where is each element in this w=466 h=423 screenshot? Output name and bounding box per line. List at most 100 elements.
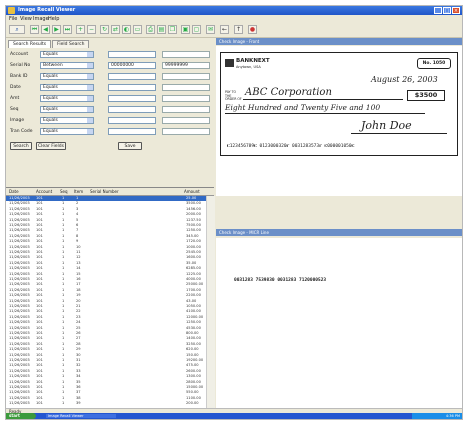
operator-select[interactable]: Between	[40, 62, 94, 69]
table-row[interactable]: 11/26/2003 101 1 13 35.00	[6, 261, 206, 266]
menu-view[interactable]: View	[20, 16, 32, 22]
arrow-up-icon[interactable]: ↑	[234, 25, 243, 34]
menu-image[interactable]: Image	[33, 16, 49, 22]
save-icon[interactable]: ▤	[157, 25, 166, 34]
operator-select[interactable]: Equals	[40, 117, 94, 124]
col-account[interactable]: Account	[36, 189, 52, 194]
front-icon[interactable]: ▣	[181, 25, 190, 34]
table-row[interactable]: 11/26/2003 101 1 28 3250.00	[6, 342, 206, 347]
print-icon[interactable]: ⎙	[146, 25, 155, 34]
chevron-down-icon[interactable]	[87, 85, 93, 90]
table-row[interactable]: 11/26/2003 101 1 6 7500.00	[6, 223, 206, 228]
table-row[interactable]: 11/26/2003 101 1 30 150.00	[6, 353, 206, 358]
tab-field-search[interactable]: Field Search	[52, 40, 90, 48]
table-row[interactable]: 11/26/2003 101 1 38 1100.00	[6, 396, 206, 401]
value-input[interactable]	[108, 84, 156, 91]
table-row[interactable]: 11/26/2003 101 1 32 475.00	[6, 363, 206, 368]
operator-select[interactable]: Equals	[40, 84, 94, 91]
mail-icon[interactable]: ✉	[206, 25, 215, 34]
invert-icon[interactable]: ◐	[122, 25, 131, 34]
search-button[interactable]: Search	[10, 142, 32, 150]
table-row[interactable]: 11/26/2003 101 1 27 1400.00	[6, 336, 206, 341]
table-row[interactable]: 11/26/2003 101 1 11 2545.00	[6, 250, 206, 255]
table-row[interactable]: 11/26/2003 101 1 22 4100.00	[6, 309, 206, 314]
value-input[interactable]: 00000000	[108, 62, 156, 69]
table-row[interactable]: 11/26/2003 101 1 31 19200.00	[6, 358, 206, 363]
menu-help[interactable]: Help	[48, 16, 59, 22]
value-input-2[interactable]: 99999999	[162, 62, 210, 69]
col-date[interactable]: Date	[9, 189, 19, 194]
value-input-2[interactable]	[162, 106, 210, 113]
chevron-down-icon[interactable]	[87, 96, 93, 101]
taskbar-app-item[interactable]: Image Recall Viewer	[46, 414, 116, 418]
chevron-down-icon[interactable]	[87, 63, 93, 68]
value-input-2[interactable]	[162, 117, 210, 124]
close-icon[interactable]: ×	[452, 7, 460, 14]
table-row[interactable]: 11/26/2003 101 1 7 1250.00	[6, 228, 206, 233]
operator-select[interactable]: Equals	[40, 73, 94, 80]
value-input[interactable]	[108, 128, 156, 135]
table-row[interactable]: 11/26/2003 101 1 23 12000.00	[6, 315, 206, 320]
value-input-2[interactable]	[162, 95, 210, 102]
minimize-icon[interactable]: _	[434, 7, 442, 14]
value-input-2[interactable]	[162, 51, 210, 58]
table-row[interactable]: 11/26/2003 101 1 26 800.00	[6, 331, 206, 336]
micr-text-view[interactable]: 0031283 7539830 0031283 7120000523	[216, 238, 462, 408]
chevron-down-icon[interactable]	[87, 129, 93, 134]
value-input-2[interactable]	[162, 128, 210, 135]
chevron-down-icon[interactable]	[87, 107, 93, 112]
value-input[interactable]	[108, 73, 156, 80]
table-row[interactable]: 11/26/2003 101 1 2 3500.00	[6, 201, 206, 206]
table-row[interactable]: 11/26/2003 101 1 10 1000.00	[6, 245, 206, 250]
operator-select[interactable]: Equals	[40, 95, 94, 102]
tab-search-results[interactable]: Search Results	[8, 40, 52, 48]
table-row[interactable]: 11/26/2003 101 1 25 4530.00	[6, 326, 206, 331]
rotate-icon[interactable]: ↻	[100, 25, 109, 34]
save-button[interactable]: Save	[118, 142, 142, 150]
table-row[interactable]: 11/26/2003 101 1 29 620.00	[6, 347, 206, 352]
value-input[interactable]	[108, 51, 156, 58]
col-seq[interactable]: Seq	[60, 189, 68, 194]
value-input[interactable]	[108, 106, 156, 113]
table-row[interactable]: 11/26/2003 101 1 3 1456.00	[6, 207, 206, 212]
chevron-down-icon[interactable]	[87, 118, 93, 123]
search-icon[interactable]: ⌕	[9, 25, 25, 34]
crop-icon[interactable]: ▭	[133, 25, 142, 34]
check-image-view[interactable]: BANKNEXT Anytown, USA No. 1050 August 26…	[216, 46, 462, 196]
table-row[interactable]: 11/26/2003 101 1 37 550.00	[6, 390, 206, 395]
table-row[interactable]: 11/26/2003 101 1 16 4000.00	[6, 277, 206, 282]
zoom-in-icon[interactable]: +	[76, 25, 85, 34]
table-row[interactable]: 11/26/2003 101 1 18 1700.00	[6, 288, 206, 293]
prev-icon[interactable]: ◀	[41, 25, 50, 34]
table-row[interactable]: 11/26/2003 101 1 17 25000.00	[6, 282, 206, 287]
value-input-2[interactable]	[162, 84, 210, 91]
start-button[interactable]: start	[6, 413, 36, 419]
table-row[interactable]: 11/26/2003 101 1 1 25.00	[6, 196, 206, 201]
first-icon[interactable]: ⏮	[30, 25, 39, 34]
menu-file[interactable]: File	[9, 16, 17, 22]
col-serial[interactable]: Serial Number	[90, 189, 119, 194]
table-row[interactable]: 11/26/2003 101 1 20 43.00	[6, 299, 206, 304]
last-icon[interactable]: ⏭	[63, 25, 72, 34]
maximize-icon[interactable]: □	[443, 7, 451, 14]
table-row[interactable]: 11/26/2003 101 1 24 1250.00	[6, 320, 206, 325]
flip-icon[interactable]: ⇄	[111, 25, 120, 34]
next-icon[interactable]: ▶	[52, 25, 61, 34]
record-icon[interactable]: ●	[248, 25, 257, 34]
operator-select[interactable]: Equals	[40, 106, 94, 113]
clear-fields-button[interactable]: Clear Fields	[36, 142, 66, 150]
table-row[interactable]: 11/26/2003 101 1 39 200.00	[6, 401, 206, 406]
table-row[interactable]: 11/26/2003 101 1 8 345.00	[6, 234, 206, 239]
zoom-out-icon[interactable]: −	[87, 25, 96, 34]
value-input-2[interactable]	[162, 73, 210, 80]
table-row[interactable]: 11/26/2003 101 1 36 15000.00	[6, 385, 206, 390]
back-icon[interactable]: ▢	[192, 25, 201, 34]
table-row[interactable]: 11/26/2003 101 1 5 1237.50	[6, 218, 206, 223]
operator-select[interactable]: Equals	[40, 128, 94, 135]
col-item[interactable]: Item	[74, 189, 83, 194]
table-row[interactable]: 11/26/2003 101 1 35 2800.00	[6, 380, 206, 385]
chevron-down-icon[interactable]	[87, 74, 93, 79]
table-row[interactable]: 11/26/2003 101 1 19 2200.00	[6, 293, 206, 298]
table-row[interactable]: 11/26/2003 101 1 14 6285.00	[6, 266, 206, 271]
copy-icon[interactable]: ❐	[168, 25, 177, 34]
